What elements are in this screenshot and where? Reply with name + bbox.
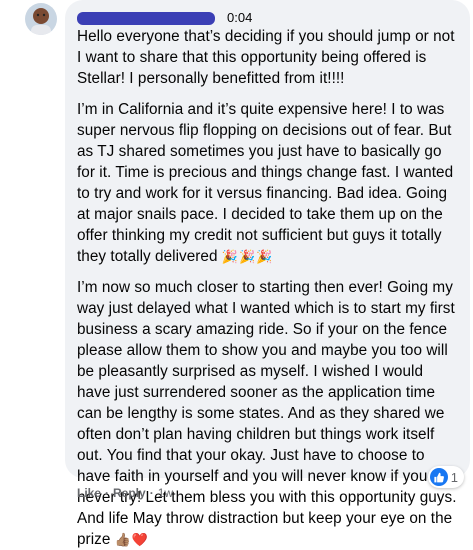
- reaction-summary[interactable]: 1: [427, 466, 464, 488]
- comment-paragraph-1: Hello everyone that’s deciding if you sh…: [77, 28, 455, 87]
- comment-paragraph-2: I’m in California and it’s quite expensi…: [77, 99, 458, 267]
- reply-button[interactable]: Reply: [113, 486, 146, 500]
- separator: ·: [149, 486, 154, 500]
- comment-age[interactable]: 1w: [158, 486, 173, 500]
- comment-header: 0:04: [77, 8, 458, 26]
- comment-timestamp: 0:04: [227, 10, 253, 25]
- separator: ·: [105, 486, 110, 500]
- party-popper-icon: 🎉🎉🎉: [221, 249, 274, 264]
- comment-actions: Like · Reply · 1w: [77, 486, 173, 500]
- comment-paragraph-3-text: I’m now so much closer to starting then …: [77, 279, 457, 548]
- comment-paragraph-2-text: I’m in California and it’s quite expensi…: [77, 101, 454, 265]
- author-name-redacted[interactable]: [77, 12, 215, 25]
- comment-paragraph-3: I’m now so much closer to starting then …: [77, 277, 458, 550]
- avatar[interactable]: [25, 3, 57, 35]
- reaction-count: 1: [450, 469, 458, 485]
- like-button[interactable]: Like: [77, 486, 101, 500]
- thumbs-up-icon: [429, 468, 448, 486]
- thumbs-heart-icon: 👍🏽❤️: [114, 532, 150, 547]
- comment-bubble: 0:04 Hello everyone that’s deciding if y…: [65, 0, 470, 548]
